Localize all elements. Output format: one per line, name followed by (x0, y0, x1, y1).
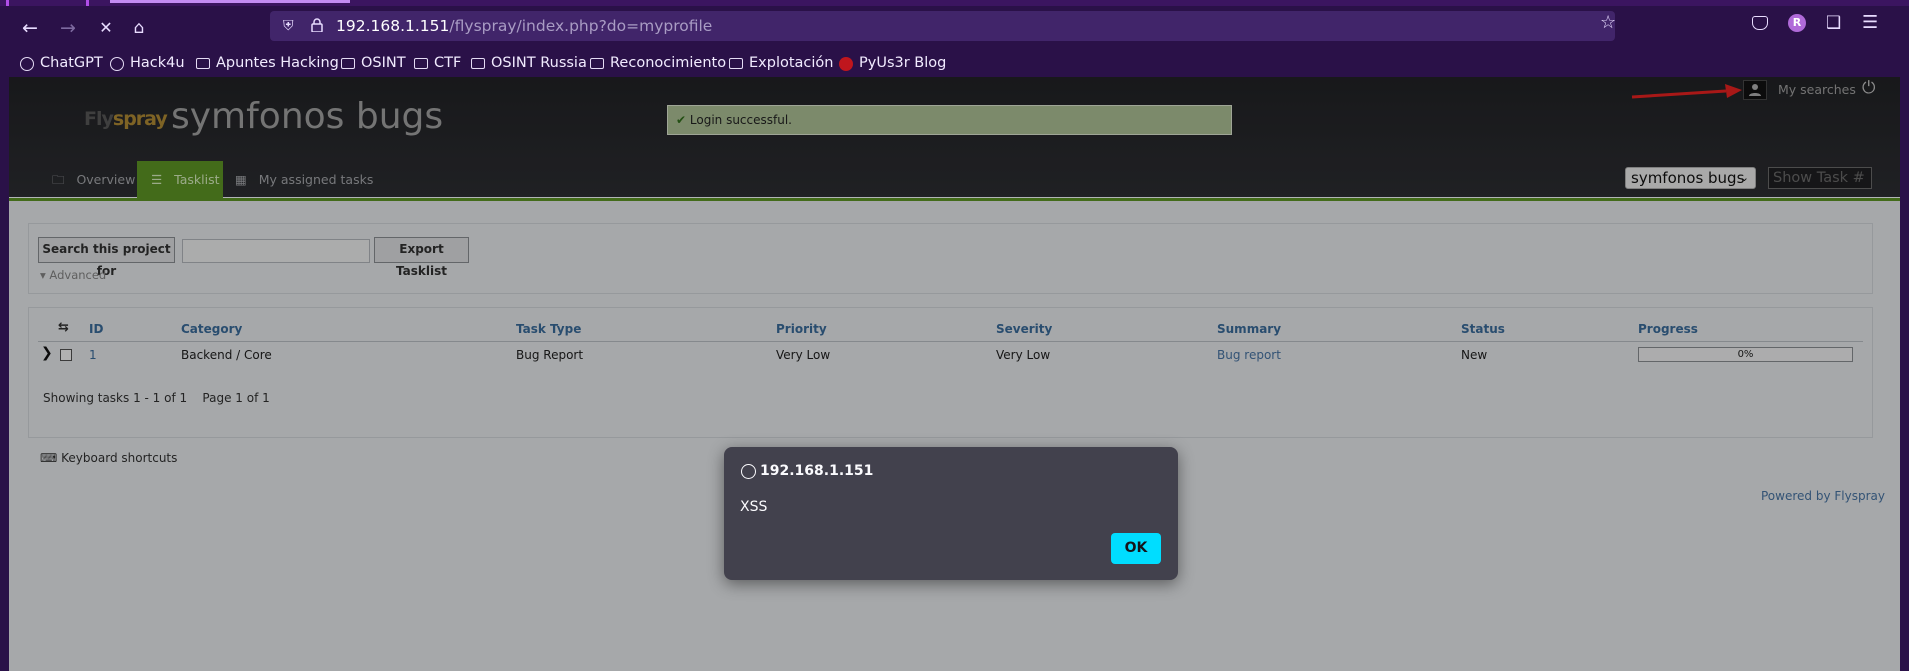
folder-icon (471, 58, 485, 69)
folder-icon (341, 58, 355, 69)
folder-icon (196, 58, 210, 69)
folder-icon (729, 58, 743, 69)
forward-arrow-icon[interactable]: → (52, 6, 84, 50)
active-tab-indicator[interactable] (110, 0, 350, 3)
bookmark-label: PyUs3r Blog (859, 55, 947, 71)
bookmark-chatgpt[interactable]: ChatGPT (20, 55, 103, 72)
window-border-left (0, 77, 9, 671)
shield-icon[interactable]: ⛨ (283, 18, 294, 34)
bookmark-label: Reconocimiento (610, 55, 727, 71)
bookmark-osint[interactable]: OSINT (341, 55, 406, 72)
star-bookmark-icon[interactable]: ☆ (1600, 12, 1616, 33)
bookmark-osint-russia[interactable]: OSINT Russia (471, 55, 587, 72)
window-border-right (1900, 77, 1909, 671)
bookmarks-bar: ChatGPT Hack4u Apuntes Hacking OSINT CTF… (0, 50, 1909, 77)
bookmark-hack4u[interactable]: Hack4u (110, 55, 185, 72)
url-text[interactable]: 192.168.1.151/flyspray/index.php?do=mypr… (336, 11, 712, 41)
globe-icon (741, 464, 756, 479)
globe-icon (110, 56, 124, 71)
url-host: 192.168.1.151 (336, 17, 450, 35)
bookmark-label: CTF (434, 55, 462, 71)
blog-favicon-icon (839, 56, 853, 71)
profile-avatar[interactable]: R (1788, 14, 1806, 32)
bookmark-label: OSINT Russia (491, 55, 587, 71)
extensions-icon[interactable]: ❑ (1826, 13, 1841, 33)
folder-icon (590, 58, 604, 69)
bookmark-label: Explotación (749, 55, 834, 71)
bookmark-reconocimiento[interactable]: Reconocimiento (590, 55, 726, 72)
bookmark-ctf[interactable]: CTF (414, 55, 461, 72)
bookmark-label: ChatGPT (40, 55, 103, 71)
bookmark-label: Apuntes Hacking (216, 55, 339, 71)
url-path: /flyspray/index.php?do=myprofile (449, 17, 713, 35)
alert-host: 192.168.1.151 (760, 463, 874, 479)
modal-overlay-header (9, 77, 1900, 201)
bookmark-pyus3r-blog[interactable]: PyUs3r Blog (839, 55, 946, 72)
pocket-icon[interactable] (1752, 16, 1768, 30)
bookmark-label: Hack4u (130, 55, 185, 71)
bookmark-explotacion[interactable]: Explotación (729, 55, 833, 72)
back-arrow-icon[interactable]: ← (14, 6, 46, 50)
modal-overlay (9, 201, 1900, 671)
bookmark-apuntes-hacking[interactable]: Apuntes Hacking (196, 55, 339, 72)
home-icon[interactable]: ⌂ (123, 6, 155, 50)
folder-icon (414, 58, 428, 69)
menu-hamburger-icon[interactable]: ☰ (1862, 12, 1878, 33)
alert-ok-button[interactable]: OK (1111, 533, 1161, 564)
bookmark-label: OSINT (361, 55, 406, 71)
lock-icon[interactable] (311, 17, 323, 33)
globe-icon (20, 56, 34, 71)
stop-loading-icon[interactable]: ✕ (90, 6, 122, 50)
alert-message: XSS (740, 499, 768, 515)
